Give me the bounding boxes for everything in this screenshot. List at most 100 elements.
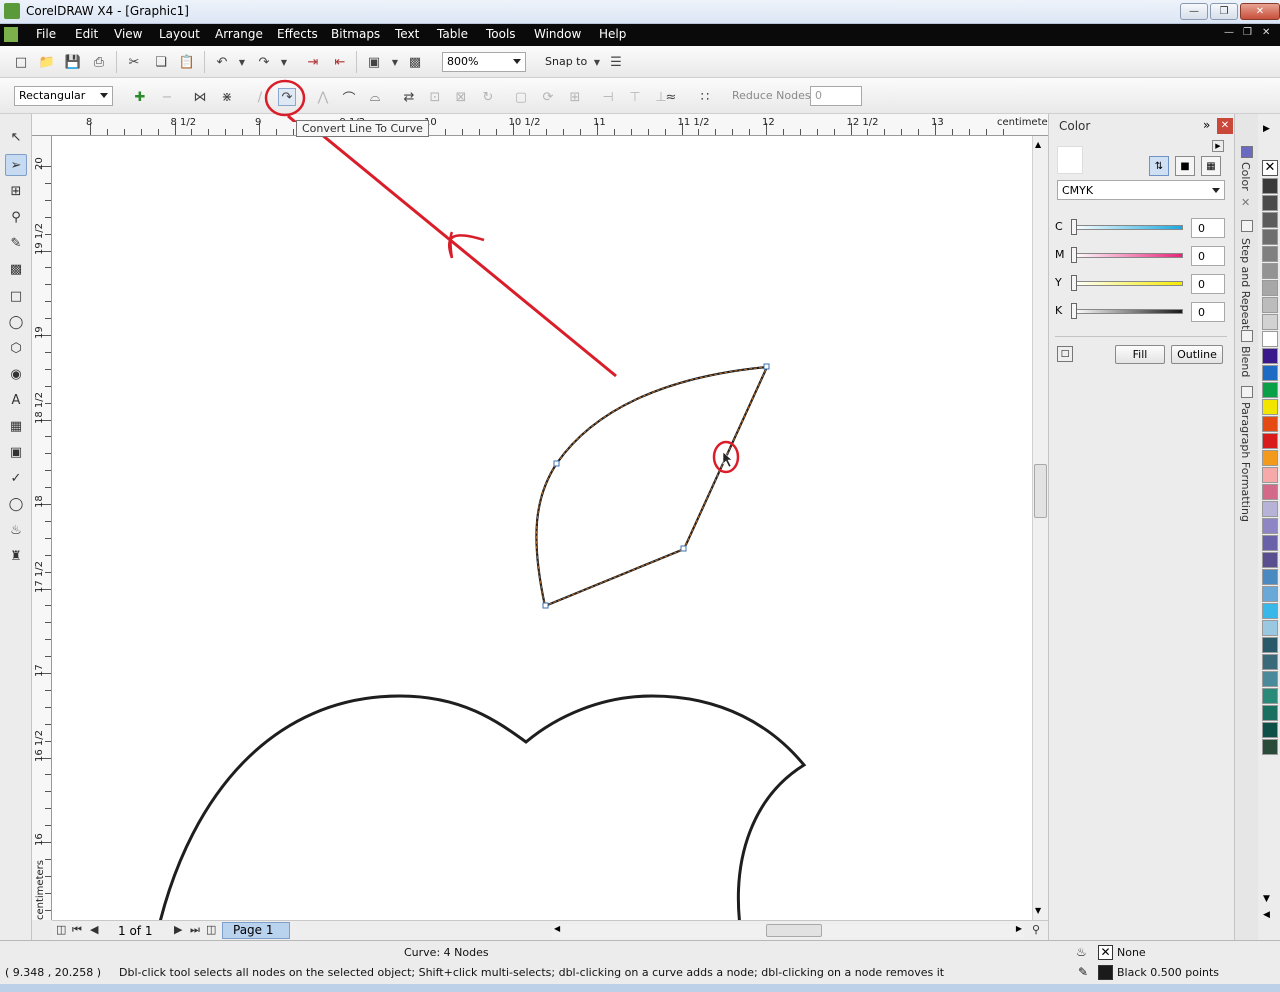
reverse-curve-direction-icon[interactable]: ⇄ [400, 88, 418, 106]
horizontal-ruler[interactable]: centimeters 88 1/299 1/21010 1/21111 1/2… [32, 114, 1057, 136]
tab-step-and-repeat[interactable]: Step and Repeat [1239, 238, 1252, 329]
color-model-select[interactable]: CMYK [1057, 180, 1225, 200]
yellow-slider-knob[interactable] [1071, 275, 1077, 291]
horizontal-scrollbar[interactable]: ◀ ▶ [552, 924, 1024, 938]
copy-icon[interactable]: ❏ [152, 53, 170, 71]
tab-blend[interactable]: Blend [1239, 346, 1252, 377]
interactive-fill-tool-icon[interactable]: ♜ [5, 545, 27, 567]
no-color-swatch[interactable]: ✕ [1262, 160, 1278, 176]
make-node-smooth-icon[interactable]: ⌒ [340, 88, 358, 107]
snap-to-button[interactable]: Snap to [545, 55, 587, 68]
mirror-vertical-icon[interactable]: ⊤ [626, 88, 644, 106]
palette-swatch[interactable] [1262, 484, 1278, 500]
redo-icon[interactable]: ↷ [255, 53, 273, 71]
mdi-minimize-icon[interactable]: — [1224, 27, 1234, 38]
scroll-down-icon[interactable]: ▼ [1035, 906, 1041, 915]
eyedropper-tool-icon[interactable]: ✓ [5, 467, 27, 489]
join-nodes-icon[interactable]: ⋈ [191, 88, 209, 106]
palette-swatch[interactable] [1262, 433, 1278, 449]
palette-swatch[interactable] [1262, 671, 1278, 687]
cyan-value-input[interactable]: 0 [1191, 218, 1225, 238]
crop-tool-icon[interactable]: ⊞ [5, 180, 27, 202]
mdi-close-icon[interactable]: ✕ [1262, 27, 1270, 38]
last-page-icon[interactable]: ⏭ [190, 923, 200, 937]
palette-swatch[interactable] [1262, 178, 1278, 194]
export-icon[interactable]: ⇤ [331, 53, 349, 71]
previous-page-icon[interactable]: ◀ [90, 923, 98, 936]
print-icon[interactable]: ⎙ [90, 53, 108, 71]
palette-swatch[interactable] [1262, 365, 1278, 381]
scroll-up-icon[interactable]: ▲ [1035, 140, 1041, 149]
navigator-zoom-icon[interactable]: ⚲ [1032, 923, 1040, 936]
next-page-icon[interactable]: ▶ [174, 923, 182, 936]
slider-cyan[interactable]: C 0 [1055, 218, 1227, 238]
auto-apply-lock-icon[interactable]: □ [1057, 346, 1073, 362]
palette-swatch[interactable] [1262, 229, 1278, 245]
paste-icon[interactable]: 📋 [178, 53, 196, 71]
outline-button[interactable]: Outline [1171, 345, 1223, 364]
cyan-slider-knob[interactable] [1071, 219, 1077, 235]
yellow-slider-track[interactable] [1073, 281, 1183, 286]
menu-bitmaps[interactable]: Bitmaps [331, 27, 380, 41]
horizontal-scroll-thumb[interactable] [766, 924, 822, 937]
menu-view[interactable]: View [114, 27, 142, 41]
auto-close-curve-icon[interactable]: ↻ [479, 88, 497, 106]
table-tool-icon[interactable]: ▦ [5, 415, 27, 437]
palette-swatch[interactable] [1262, 586, 1278, 602]
application-launcher-icon[interactable]: ▣ [365, 53, 383, 71]
smart-fill-tool-icon[interactable]: ▩ [5, 258, 27, 280]
tab-paragraph-formatting[interactable]: Paragraph Formatting [1239, 402, 1252, 522]
cyan-slider-track[interactable] [1073, 225, 1183, 230]
make-node-symmetrical-icon[interactable]: ⌓ [366, 88, 384, 106]
vertical-scroll-thumb[interactable] [1034, 464, 1047, 518]
pick-tool-icon[interactable]: ↖ [5, 126, 27, 148]
fill-tool-icon[interactable]: ♨ [5, 519, 27, 541]
palette-swatch[interactable] [1262, 637, 1278, 653]
mirror-horizontal-icon[interactable]: ⊣ [599, 88, 617, 106]
new-document-icon[interactable]: □ [12, 53, 30, 71]
shape-tool-icon[interactable]: ➢ [5, 154, 27, 176]
ellipse-tool-icon[interactable]: ◯ [5, 311, 27, 333]
select-all-nodes-icon[interactable]: ∷ [696, 88, 714, 106]
vertical-scrollbar[interactable]: ▲ ▼ [1032, 136, 1048, 920]
palette-swatch[interactable] [1262, 416, 1278, 432]
vertical-ruler[interactable]: centimeters 20 19 1/2 19 18 1/2 18 17 1/2 17 16… [32, 136, 52, 920]
align-nodes-icon[interactable]: ⊞ [566, 88, 584, 106]
magenta-value-input[interactable]: 0 [1191, 246, 1225, 266]
color-sliders-icon[interactable]: ⇅ [1149, 156, 1169, 176]
curve-node[interactable] [680, 545, 687, 552]
palette-swatch[interactable] [1262, 297, 1278, 313]
mdi-restore-icon[interactable]: ❐ [1243, 27, 1252, 38]
leaf-curve-shape[interactable] [535, 365, 769, 608]
palette-swatch[interactable] [1262, 722, 1278, 738]
menu-layout[interactable]: Layout [159, 27, 200, 41]
selection-mode-select[interactable]: Rectangular [14, 86, 113, 106]
minimize-button[interactable]: — [1180, 3, 1208, 20]
slider-magenta[interactable]: M 0 [1055, 246, 1227, 266]
yellow-value-input[interactable]: 0 [1191, 274, 1225, 294]
palette-swatch[interactable] [1262, 467, 1278, 483]
extend-curve-to-close-icon[interactable]: ⊡ [426, 88, 444, 106]
make-node-cusp-icon[interactable]: ⋀ [314, 88, 332, 106]
docker-expand-icon[interactable]: » [1203, 118, 1210, 132]
menu-text[interactable]: Text [395, 27, 419, 41]
elastic-mode-icon[interactable]: ≈ [662, 88, 680, 106]
palette-expand-icon[interactable]: ◀ [1263, 910, 1270, 920]
menu-arrange[interactable]: Arrange [215, 27, 263, 41]
palette-swatch[interactable] [1262, 382, 1278, 398]
tab-close-icon[interactable]: ✕ [1241, 196, 1250, 209]
palette-swatch[interactable] [1262, 552, 1278, 568]
apple-body-shape[interactable] [158, 694, 807, 920]
open-icon[interactable]: 📁 [38, 53, 56, 71]
interactive-blend-tool-icon[interactable]: ▣ [5, 441, 27, 463]
insert-page-before-icon[interactable]: ◫ [56, 923, 66, 936]
palette-swatch[interactable] [1262, 195, 1278, 211]
palette-swatch[interactable] [1262, 314, 1278, 330]
page-tab[interactable]: Page 1 [222, 922, 290, 939]
color-viewer-icon[interactable]: ■ [1175, 156, 1195, 176]
outline-tool-icon[interactable]: ◯ [5, 493, 27, 515]
menu-file[interactable]: File [36, 27, 56, 41]
text-tool-icon[interactable]: A [5, 389, 27, 411]
palette-swatch[interactable] [1262, 501, 1278, 517]
delete-nodes-icon[interactable]: − [158, 88, 176, 106]
